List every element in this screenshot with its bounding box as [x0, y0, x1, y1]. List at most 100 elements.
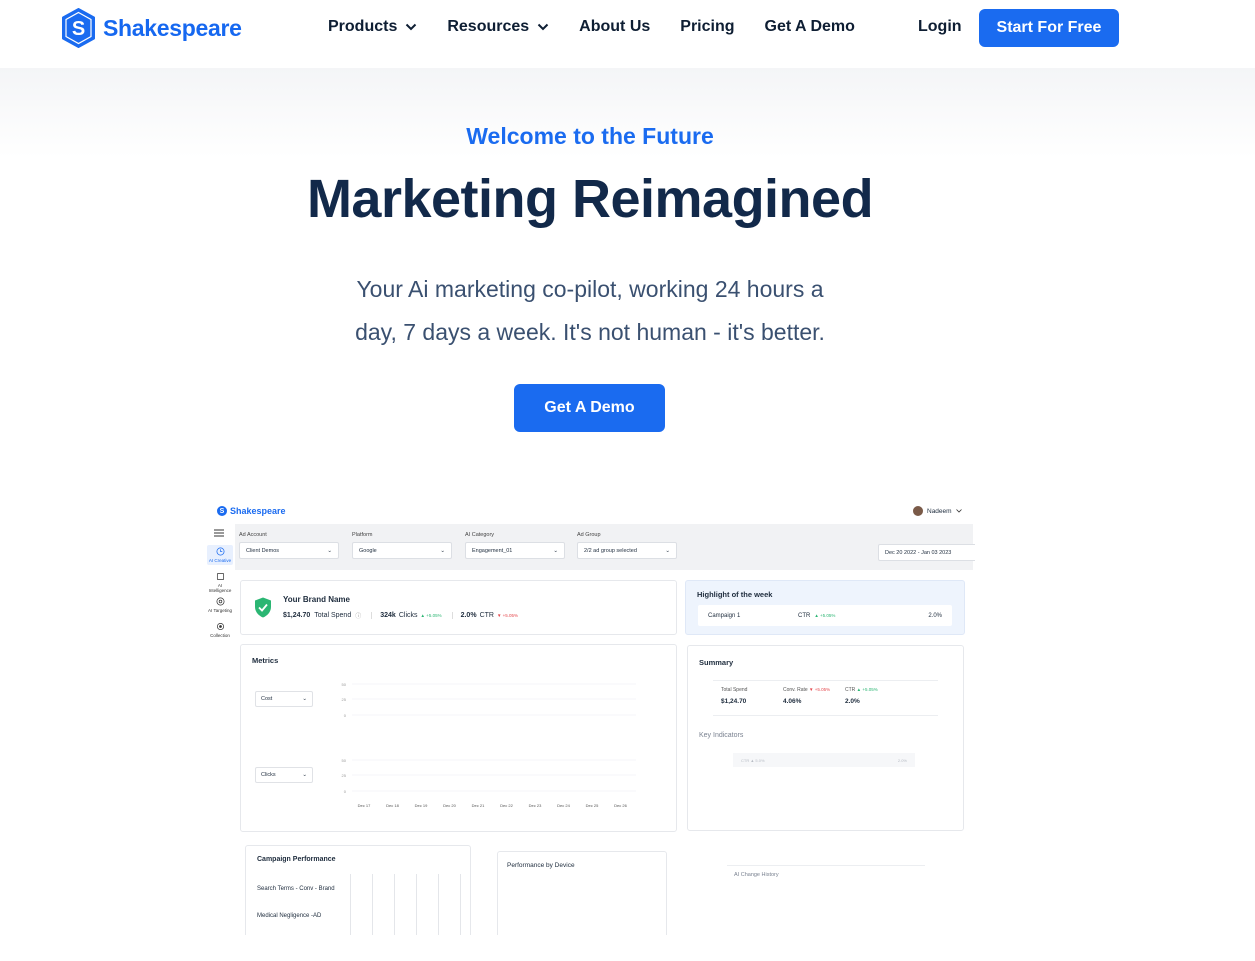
- nav-resources[interactable]: Resources: [447, 18, 549, 36]
- campaign-performance-card: Campaign Performance Search Terms - Conv…: [245, 845, 471, 935]
- chevron-down-icon: ⌄: [302, 772, 307, 778]
- brand-card-title: Your Brand Name: [283, 595, 350, 604]
- summary-total-spend: Total Spend $1,24.70: [721, 687, 747, 705]
- ctr-label: CTR: [479, 612, 494, 619]
- logo[interactable]: S Shakespeare: [60, 8, 242, 48]
- ctr-delta: ▼ +5.05%: [496, 613, 519, 618]
- performance-by-device-card: Performance by Device: [497, 851, 667, 935]
- chevron-down-icon: [406, 23, 417, 31]
- ai-change-history: AI Change History: [727, 865, 925, 878]
- sidebar-item-label: Collection: [210, 633, 230, 638]
- highlight-value: 2.0%: [928, 612, 942, 619]
- clock-icon: [216, 547, 224, 556]
- x-tick: Dec 24: [557, 803, 570, 808]
- summary-title: Summary: [699, 658, 734, 667]
- nav-get-a-demo[interactable]: Get A Demo: [765, 18, 855, 36]
- shield-check-icon: [255, 597, 271, 618]
- ad-group-select: 2/2 ad group selected ⌄: [577, 542, 677, 559]
- grid-line: [460, 874, 461, 935]
- target-icon: [216, 597, 224, 606]
- filter-ad-group: Ad Group 2/2 ad group selected ⌄: [577, 532, 677, 559]
- clicks-label: Clicks: [398, 612, 418, 619]
- summary-label: Conv. Rate: [783, 687, 808, 693]
- top-navigation: S Shakespeare Products Resources About U…: [0, 0, 1255, 68]
- nav-resources-label: Resources: [447, 18, 530, 35]
- nav-about-us[interactable]: About Us: [579, 18, 650, 36]
- brand-card: Your Brand Name $1,24.70 Total Spend ⓘ 3…: [240, 580, 677, 635]
- get-a-demo-button[interactable]: Get A Demo: [514, 384, 665, 432]
- dashboard-preview: S Shakespeare Nadeem AI Creative AI Inte…: [205, 499, 975, 935]
- shakespeare-s-logo-icon: S: [217, 506, 227, 516]
- campaign-title: Campaign Performance: [257, 856, 336, 863]
- chevron-down-icon: ⌄: [665, 547, 670, 554]
- date-range-select: Dec 20 2022 - Jan 03 2023⌄: [878, 544, 975, 561]
- summary-delta: ▼ +5.05%: [809, 687, 831, 692]
- filter-label: Ad Account: [239, 532, 267, 538]
- summary-value: 4.06%: [783, 698, 802, 705]
- y-tick: 50: [342, 682, 347, 687]
- hero-headline: Marketing Reimagined: [306, 169, 874, 229]
- sidebar-item-ai-creative: AI Creative: [207, 545, 233, 565]
- avatar: [913, 506, 923, 516]
- summary-delta: ▲ +5.05%: [856, 687, 878, 692]
- filter-value: 2/2 ad group selected: [584, 547, 637, 554]
- filter-value: Engagement_01: [472, 547, 513, 554]
- sidebar-item-label: AI Targeting: [208, 608, 232, 613]
- x-tick: Dec 19: [415, 803, 428, 808]
- summary-conv-rate: Conv. Rate ▼ +5.05% 4.06%: [783, 687, 830, 705]
- summary-value: 2.0%: [845, 698, 860, 705]
- nav-links: Products Resources About Us Pricing Get …: [328, 18, 885, 36]
- dashboard-logo-text: Shakespeare: [230, 506, 286, 516]
- filter-label: AI Category: [465, 532, 495, 538]
- key-indicator-label: CTR ▲ 5.0%: [741, 757, 765, 763]
- shakespeare-s-logo-icon: S: [62, 8, 95, 48]
- key-indicators-title: Key Indicators: [699, 732, 744, 739]
- metrics-card: Metrics Cost ⌄ Clicks ⌄ 50 25 0 50 25 0 De…: [240, 644, 677, 832]
- x-tick: Dec 26: [614, 803, 627, 808]
- chevron-down-icon: ⌄: [327, 547, 332, 554]
- brand-stats: $1,24.70 Total Spend ⓘ 324k Clicks ▲ +5.…: [283, 611, 518, 620]
- filter-label: Ad Group: [577, 532, 601, 538]
- grid-line: [372, 874, 373, 935]
- ai-icon: [216, 572, 224, 581]
- logo-text: Shakespeare: [103, 14, 242, 41]
- nav-products-label: Products: [328, 18, 398, 35]
- spend-value: $1,24.70: [283, 612, 311, 619]
- metric-select-value: Clicks: [261, 772, 276, 778]
- nav-products[interactable]: Products: [328, 18, 417, 36]
- y-tick: 0: [344, 789, 347, 794]
- x-tick: Dec 22: [500, 803, 513, 808]
- dashboard-header: S Shakespeare Nadeem: [205, 499, 975, 524]
- highlight-campaign: Campaign 1: [708, 612, 741, 619]
- hero-subtext-line-2: day, 7 days a week. It's not human - it'…: [355, 319, 825, 345]
- grid-line: [350, 874, 351, 935]
- svg-text:S: S: [72, 18, 85, 40]
- clicks-delta: ▲ +5.05%: [420, 613, 442, 618]
- filter-bar: Ad Account Client Demos ⌄ Platform Google…: [235, 524, 975, 570]
- nav-pricing[interactable]: Pricing: [680, 18, 734, 36]
- metrics-chart-bottom: 50 25 0 Dec 17 Dec 18 Dec 19 Dec 20 Dec 21 De…: [342, 758, 636, 808]
- summary-label: Total Spend: [721, 687, 748, 693]
- highlight-row: Campaign 1 CTR ▲ +5.05% 2.0%: [698, 605, 952, 626]
- metrics-chart-top: 50 25 0: [342, 682, 636, 718]
- summary-label: CTR: [845, 687, 856, 693]
- start-for-free-button[interactable]: Start For Free: [979, 9, 1119, 47]
- y-tick: 25: [342, 697, 347, 702]
- filter-value: Google: [359, 547, 377, 554]
- date-range-value: Dec 20 2022 - Jan 03 2023: [885, 549, 952, 556]
- filter-value: Client Demos: [246, 547, 280, 554]
- login-link[interactable]: Login: [918, 18, 962, 36]
- platform-select: Google ⌄: [352, 542, 452, 559]
- summary-value: $1,24.70: [721, 698, 747, 705]
- chevron-down-icon: [537, 23, 549, 31]
- chevron-down-icon: ⌄: [553, 547, 558, 554]
- hamburger-menu-icon: [214, 529, 224, 537]
- x-tick: Dec 21: [472, 803, 485, 808]
- user-name: Nadeem: [927, 507, 952, 515]
- metric-select-cost: Cost ⌄: [255, 691, 313, 707]
- x-axis-ticks: Dec 17 Dec 18 Dec 19 Dec 20 Dec 21 Dec 22 Dec …: [358, 803, 628, 808]
- key-indicator-value: 2.0%: [897, 757, 907, 763]
- grid-line: [394, 874, 395, 935]
- chevron-down-icon: ⌄: [440, 547, 445, 554]
- sidebar-item-label: AI Intelligence: [208, 583, 232, 593]
